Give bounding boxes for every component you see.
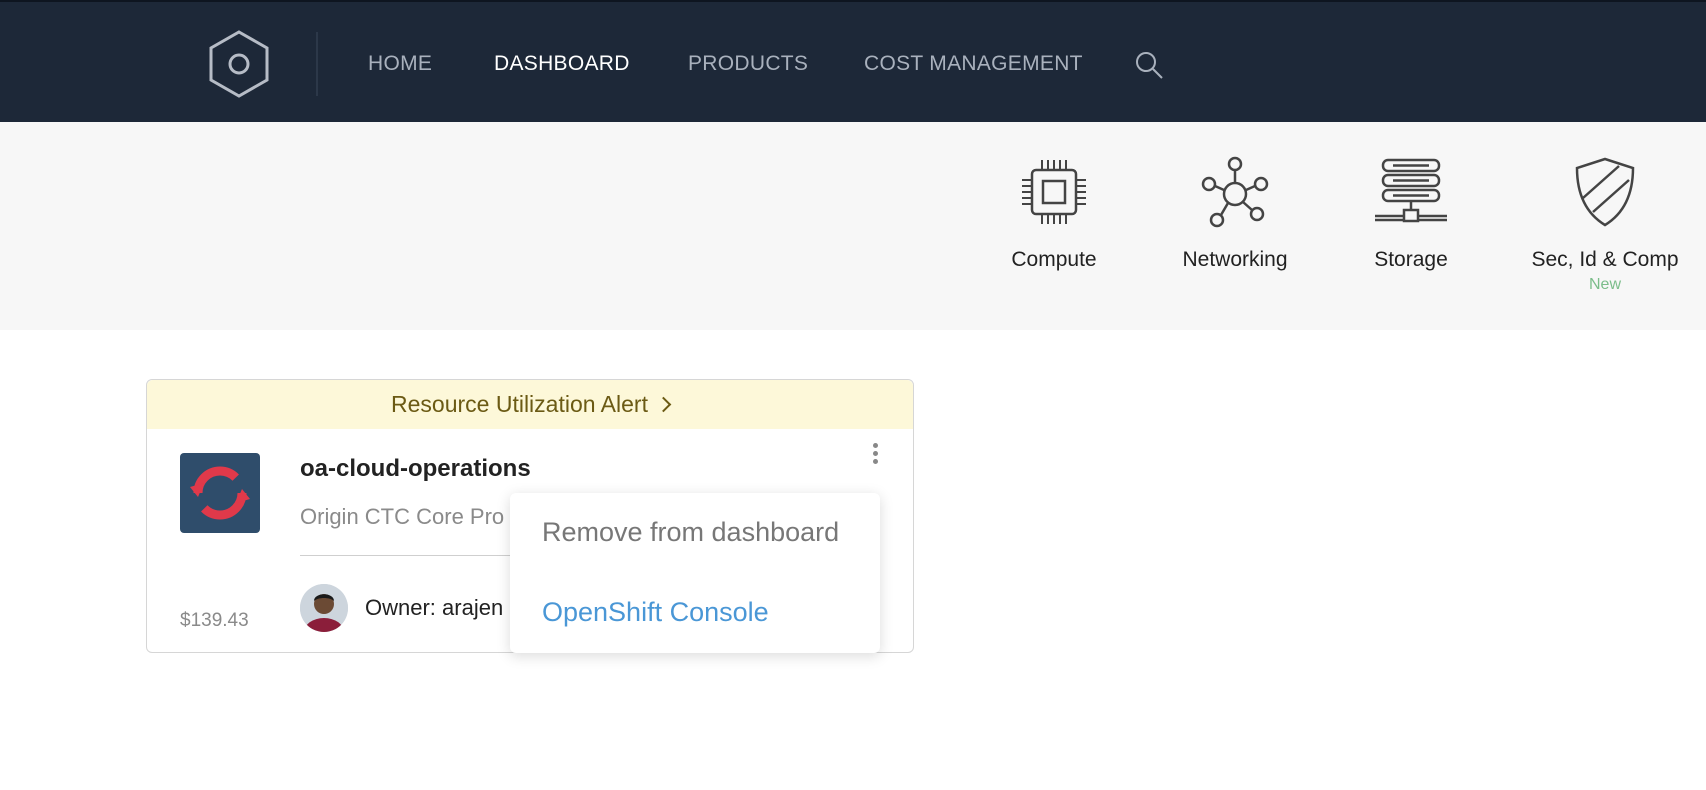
owner-avatar xyxy=(300,584,348,632)
top-navigation: HOME DASHBOARD PRODUCTS COST MANAGEMENT xyxy=(0,0,1706,122)
category-label: Compute xyxy=(1011,248,1097,271)
category-networking[interactable]: Networking xyxy=(1145,156,1325,272)
category-storage[interactable]: Storage xyxy=(1321,156,1501,272)
hexagon-logo-icon[interactable] xyxy=(208,30,270,98)
category-label: Storage xyxy=(1374,248,1448,271)
server-storage-icon xyxy=(1375,158,1447,223)
nav-divider xyxy=(316,32,318,96)
card-options-menu: Remove from dashboard OpenShift Console xyxy=(510,493,880,653)
network-nodes-icon xyxy=(1201,156,1269,228)
nav-item-products[interactable]: PRODUCTS xyxy=(688,52,808,76)
category-label: Sec, Id & Comp xyxy=(1531,248,1679,271)
openshift-logo-icon xyxy=(190,466,250,520)
project-owner: Owner: arajen xyxy=(365,595,504,620)
project-name[interactable]: oa-cloud-operations xyxy=(300,455,531,483)
nav-item-cost-management[interactable]: COST MANAGEMENT xyxy=(864,52,1083,76)
resource-alert-banner[interactable]: Resource Utilization Alert xyxy=(147,380,913,429)
remove-from-dashboard-item[interactable]: Remove from dashboard xyxy=(542,517,839,548)
nav-item-dashboard[interactable]: DASHBOARD xyxy=(494,52,630,76)
more-options-icon[interactable] xyxy=(865,440,885,470)
new-badge: New xyxy=(1588,276,1621,293)
category-compute[interactable]: Compute xyxy=(964,156,1144,272)
chevron-right-icon xyxy=(655,396,672,413)
category-bar: Compute Networking Storage Sec, Id & Com… xyxy=(0,122,1706,330)
openshift-console-link[interactable]: OpenShift Console xyxy=(542,597,769,628)
nav-item-home[interactable]: HOME xyxy=(368,52,432,76)
project-logo xyxy=(180,453,260,533)
project-cost: $139.43 xyxy=(180,610,249,631)
category-sec-id-comp[interactable]: Sec, Id & Comp New xyxy=(1515,156,1695,294)
alert-text: Resource Utilization Alert xyxy=(391,391,648,417)
cpu-chip-icon xyxy=(1022,160,1086,224)
category-label: Networking xyxy=(1182,248,1288,271)
search-icon[interactable] xyxy=(1134,50,1164,80)
project-description: Origin CTC Core Pro xyxy=(300,504,505,529)
shield-icon xyxy=(1575,157,1635,227)
